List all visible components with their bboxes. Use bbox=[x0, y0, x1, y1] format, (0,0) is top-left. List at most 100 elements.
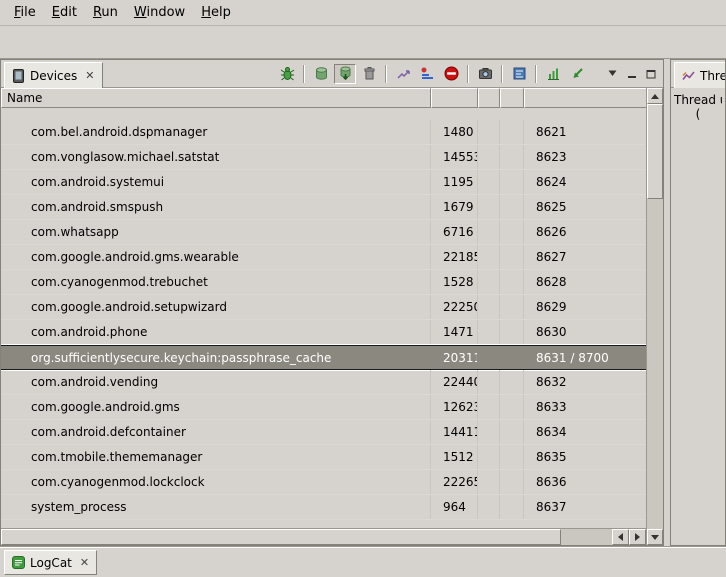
table-row[interactable]: com.android.phone 1471 8630 bbox=[1, 320, 646, 345]
cell-pid: 1512 bbox=[431, 445, 478, 469]
column-header-pid[interactable] bbox=[431, 88, 478, 108]
cell-port: 8631 / 8700 bbox=[524, 346, 646, 369]
cell-process-name: com.google.android.gms.wearable bbox=[1, 245, 431, 269]
capture-systrace-icon[interactable] bbox=[508, 64, 530, 84]
table-row[interactable]: com.whatsapp 6716 8626 bbox=[1, 220, 646, 245]
cell-blank2 bbox=[500, 195, 524, 219]
menu-run[interactable]: Run bbox=[85, 2, 126, 23]
column-header-blank2[interactable] bbox=[500, 88, 524, 108]
close-tab-icon[interactable]: ✕ bbox=[85, 69, 94, 82]
threads-message-line1: Thread up bbox=[674, 93, 722, 107]
cell-blank1 bbox=[478, 395, 500, 419]
table-row[interactable]: com.android.smspush 1679 8625 bbox=[1, 195, 646, 220]
scroll-left-icon[interactable] bbox=[612, 529, 629, 545]
cell-blank2 bbox=[500, 445, 524, 469]
hscroll-track[interactable] bbox=[561, 529, 612, 545]
table-row[interactable]: com.google.android.gms 12623 8633 bbox=[1, 395, 646, 420]
update-threads-icon[interactable] bbox=[392, 64, 414, 84]
table-row[interactable]: com.google.android.gms.wearable 22185 86… bbox=[1, 245, 646, 270]
tab-devices[interactable]: Devices ✕ bbox=[4, 62, 103, 88]
table-row[interactable]: com.android.vending 22440 8632 bbox=[1, 370, 646, 395]
cell-process-name: com.android.phone bbox=[1, 320, 431, 344]
cell-blank2 bbox=[500, 295, 524, 319]
stop-process-icon[interactable] bbox=[440, 64, 462, 84]
column-header-port[interactable] bbox=[524, 88, 646, 108]
menu-window[interactable]: Window bbox=[126, 2, 193, 23]
logcat-icon bbox=[12, 556, 25, 569]
cell-pid: 22250 bbox=[431, 295, 478, 319]
tab-devices-label: Devices bbox=[30, 69, 77, 83]
cell-port: 8634 bbox=[524, 420, 646, 444]
menu-help[interactable]: Help bbox=[193, 2, 239, 23]
toolbar-separator bbox=[467, 65, 469, 83]
cell-process-name: com.cyanogenmod.lockclock bbox=[1, 470, 431, 494]
scroll-down-icon[interactable] bbox=[647, 529, 663, 545]
tab-logcat[interactable]: LogCat ✕ bbox=[4, 550, 97, 575]
cell-process-name: com.tmobile.thememanager bbox=[1, 445, 431, 469]
screen-capture-icon[interactable] bbox=[474, 64, 496, 84]
menu-edit[interactable]: Edit bbox=[44, 2, 85, 23]
cell-port: 8625 bbox=[524, 195, 646, 219]
table-row[interactable]: com.google.android.setupwizard 22250 862… bbox=[1, 295, 646, 320]
menu-file[interactable]: File bbox=[6, 2, 44, 23]
cell-port: 8630 bbox=[524, 320, 646, 344]
cell-blank2 bbox=[500, 220, 524, 244]
cell-port: 8626 bbox=[524, 220, 646, 244]
cell-port: 8632 bbox=[524, 370, 646, 394]
main-area: Devices ✕ bbox=[0, 59, 726, 546]
horizontal-scrollbar[interactable] bbox=[1, 528, 646, 545]
dump-hprof-icon[interactable] bbox=[334, 64, 356, 84]
column-header-name[interactable]: Name bbox=[1, 88, 431, 108]
table-row[interactable]: com.android.defcontainer 14411 8634 bbox=[1, 420, 646, 445]
column-header-blank1[interactable] bbox=[478, 88, 500, 108]
table-row[interactable]: system_process 964 8637 bbox=[1, 495, 646, 520]
device-icon bbox=[12, 69, 25, 83]
close-tab-icon[interactable]: ✕ bbox=[80, 556, 89, 569]
cell-process-name: com.google.android.gms bbox=[1, 395, 431, 419]
vscroll-thumb[interactable] bbox=[647, 104, 663, 199]
tab-threads-label: Threads bbox=[700, 69, 726, 83]
table-row[interactable]: com.vonglasow.michael.satstat 14553 8623 bbox=[1, 145, 646, 170]
table-row[interactable]: com.android.systemui 1195 8624 bbox=[1, 170, 646, 195]
update-heap-icon[interactable] bbox=[310, 64, 332, 84]
devices-toolbar bbox=[276, 64, 661, 84]
table-row[interactable]: com.cyanogenmod.trebuchet 1528 8628 bbox=[1, 270, 646, 295]
cell-pid: 6716 bbox=[431, 220, 478, 244]
debug-process-icon[interactable] bbox=[276, 64, 298, 84]
table-row[interactable]: com.bel.android.dspmanager 1480 8621 bbox=[1, 120, 646, 145]
vertical-scrollbar[interactable] bbox=[646, 88, 663, 545]
cell-port: 8637 bbox=[524, 495, 646, 519]
method-profiling-icon[interactable] bbox=[416, 64, 438, 84]
scroll-up-icon[interactable] bbox=[647, 88, 663, 104]
minimize-icon[interactable] bbox=[623, 64, 640, 84]
cell-blank2 bbox=[500, 420, 524, 444]
maximize-icon[interactable] bbox=[642, 64, 659, 84]
cell-port: 8621 bbox=[524, 120, 646, 144]
cell-blank2 bbox=[500, 120, 524, 144]
table-row[interactable]: com.cyanogenmod.lockclock 22265 8636 bbox=[1, 470, 646, 495]
toolbar-separator bbox=[535, 65, 537, 83]
cell-process-name: com.cyanogenmod.trebuchet bbox=[1, 270, 431, 294]
cell-process-name: com.android.smspush bbox=[1, 195, 431, 219]
cell-blank1 bbox=[478, 245, 500, 269]
tab-threads[interactable]: Threads bbox=[674, 62, 726, 88]
cell-blank1 bbox=[478, 295, 500, 319]
cell-port: 8623 bbox=[524, 145, 646, 169]
start-opengl-trace-icon[interactable] bbox=[566, 64, 588, 84]
cause-gc-icon[interactable] bbox=[358, 64, 380, 84]
scroll-right-icon[interactable] bbox=[629, 529, 646, 545]
cell-process-name: com.bel.android.dspmanager bbox=[1, 120, 431, 144]
hscroll-thumb[interactable] bbox=[1, 529, 561, 545]
logcat-bar: LogCat ✕ bbox=[0, 546, 726, 577]
vscroll-track[interactable] bbox=[647, 199, 663, 529]
cell-blank1 bbox=[478, 445, 500, 469]
view-menu-icon[interactable] bbox=[604, 64, 621, 84]
cell-blank1 bbox=[478, 420, 500, 444]
threads-tabbar: Threads bbox=[671, 60, 725, 88]
cell-process-name: com.android.vending bbox=[1, 370, 431, 394]
network-statistics-icon[interactable] bbox=[542, 64, 564, 84]
table-row[interactable]: org.sufficientlysecure.keychain:passphra… bbox=[1, 345, 646, 370]
cell-process-name: com.android.defcontainer bbox=[1, 420, 431, 444]
cell-port: 8629 bbox=[524, 295, 646, 319]
table-row[interactable]: com.tmobile.thememanager 1512 8635 bbox=[1, 445, 646, 470]
